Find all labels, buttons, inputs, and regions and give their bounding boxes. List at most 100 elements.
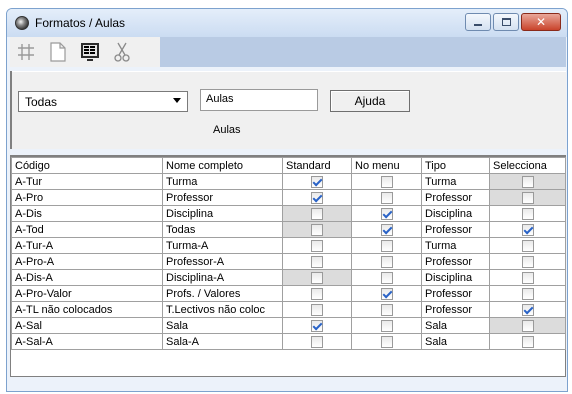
type-cell[interactable]: Professor [421, 253, 490, 270]
code-cell[interactable]: A-Sal-A [11, 333, 163, 350]
code-cell[interactable]: A-Dis [11, 205, 163, 222]
column-header[interactable]: Selecciona [489, 157, 566, 174]
cut-icon[interactable] [110, 40, 134, 64]
in-menu-checkbox[interactable] [380, 255, 393, 268]
type-cell[interactable]: Professor [421, 221, 490, 238]
table-row[interactable]: A-Sal Sala Sala [11, 317, 566, 334]
table-row[interactable]: A-Tur Turma Turma [11, 173, 566, 190]
full-name-cell[interactable]: Disciplina [162, 205, 283, 222]
minimize-icon [474, 24, 482, 26]
in-menu-checkbox[interactable] [380, 335, 393, 348]
standard-cell [282, 285, 352, 302]
code-cell[interactable]: A-Pro-A [11, 253, 163, 270]
help-button[interactable]: Ajuda [330, 90, 410, 112]
type-cell[interactable]: Sala [421, 317, 490, 334]
full-name-cell[interactable]: Turma-A [162, 237, 283, 254]
close-button[interactable]: ✕ [521, 13, 561, 31]
minimize-button[interactable] [465, 13, 491, 31]
in-menu-checkbox[interactable] [380, 287, 393, 300]
full-name-cell[interactable]: T.Lectivos não coloc [162, 301, 283, 318]
grid-icon[interactable] [14, 40, 38, 64]
table-row[interactable]: A-Dis Disciplina Disciplina [11, 205, 566, 222]
type-cell[interactable]: Professor [421, 301, 490, 318]
column-header[interactable]: Código [11, 157, 163, 174]
code-cell[interactable]: A-Pro [11, 189, 163, 206]
standard-cell [282, 253, 352, 270]
select-checkbox[interactable] [521, 335, 534, 348]
full-name-cell[interactable]: Disciplina-A [162, 269, 283, 286]
maximize-button[interactable] [493, 13, 519, 31]
table-row[interactable]: A-Tod Todas Professor [11, 221, 566, 238]
select-checkbox[interactable] [521, 271, 534, 284]
standard-checkbox[interactable] [311, 255, 323, 268]
standard-checkbox[interactable] [311, 303, 323, 316]
in-menu-cell [351, 317, 422, 334]
code-cell[interactable]: A-TL não colocados [11, 301, 163, 318]
type-cell[interactable]: Turma [421, 173, 490, 190]
name-input[interactable]: Aulas [200, 89, 318, 111]
title-bar[interactable]: Formatos / Aulas ✕ [7, 9, 567, 37]
in-menu-checkbox[interactable] [380, 191, 393, 204]
select-checkbox[interactable] [521, 239, 534, 252]
select-checkbox[interactable] [521, 207, 534, 220]
table-row[interactable]: A-Pro-A Professor-A Professor [11, 253, 566, 270]
standard-checkbox[interactable] [311, 239, 323, 252]
standard-checkbox[interactable] [311, 335, 323, 348]
standard-checkbox[interactable] [311, 175, 323, 188]
type-cell[interactable]: Disciplina [421, 205, 490, 222]
standard-checkbox[interactable] [311, 223, 323, 236]
in-menu-checkbox[interactable] [380, 223, 393, 236]
new-document-icon[interactable] [46, 40, 70, 64]
full-name-cell[interactable]: Todas [162, 221, 283, 238]
in-menu-cell [351, 333, 422, 350]
in-menu-checkbox[interactable] [380, 175, 393, 188]
filter-select[interactable]: Todas [18, 91, 188, 112]
full-name-cell[interactable]: Sala [162, 317, 283, 334]
full-name-cell[interactable]: Professor-A [162, 253, 283, 270]
select-checkbox[interactable] [521, 175, 534, 188]
select-checkbox[interactable] [521, 255, 534, 268]
full-name-cell[interactable]: Turma [162, 173, 283, 190]
standard-checkbox[interactable] [311, 271, 323, 284]
table-row[interactable]: A-TL não colocados T.Lectivos não coloc Pr… [11, 301, 566, 318]
select-checkbox[interactable] [521, 191, 534, 204]
in-menu-checkbox[interactable] [380, 303, 393, 316]
type-cell[interactable]: Turma [421, 237, 490, 254]
code-cell[interactable]: A-Tur-A [11, 237, 163, 254]
full-name-cell[interactable]: Professor [162, 189, 283, 206]
select-checkbox[interactable] [521, 223, 534, 236]
column-header[interactable]: No menu [351, 157, 422, 174]
standard-checkbox[interactable] [311, 287, 323, 300]
table-row[interactable]: A-Sal-A Sala-A Sala [11, 333, 566, 350]
standard-checkbox[interactable] [311, 319, 323, 332]
in-menu-checkbox[interactable] [380, 239, 393, 252]
full-name-cell[interactable]: Sala-A [162, 333, 283, 350]
type-cell[interactable]: Disciplina [421, 269, 490, 286]
in-menu-checkbox[interactable] [380, 271, 393, 284]
code-cell[interactable]: A-Tod [11, 221, 163, 238]
code-cell[interactable]: A-Dis-A [11, 269, 163, 286]
type-cell[interactable]: Professor [421, 285, 490, 302]
standard-checkbox[interactable] [311, 191, 323, 204]
code-cell[interactable]: A-Pro-Valor [11, 285, 163, 302]
select-checkbox[interactable] [521, 287, 534, 300]
table-row[interactable]: A-Pro Professor Professor [11, 189, 566, 206]
in-menu-checkbox[interactable] [380, 207, 393, 220]
screen-icon[interactable] [78, 40, 102, 64]
in-menu-checkbox[interactable] [380, 319, 393, 332]
type-cell[interactable]: Sala [421, 333, 490, 350]
select-checkbox[interactable] [521, 319, 534, 332]
column-header[interactable]: Standard [282, 157, 352, 174]
full-name-cell[interactable]: Profs. / Valores [162, 285, 283, 302]
column-header[interactable]: Nome completo [162, 157, 283, 174]
code-cell[interactable]: A-Tur [11, 173, 163, 190]
type-cell[interactable]: Professor [421, 189, 490, 206]
standard-checkbox[interactable] [311, 207, 323, 220]
select-checkbox[interactable] [521, 303, 534, 316]
code-cell[interactable]: A-Sal [11, 317, 163, 334]
column-header[interactable]: Tipo [421, 157, 490, 174]
in-menu-cell [351, 253, 422, 270]
table-row[interactable]: A-Pro-Valor Profs. / Valores Professor [11, 285, 566, 302]
table-row[interactable]: A-Dis-A Disciplina-A Disciplina [11, 269, 566, 286]
table-row[interactable]: A-Tur-A Turma-A Turma [11, 237, 566, 254]
